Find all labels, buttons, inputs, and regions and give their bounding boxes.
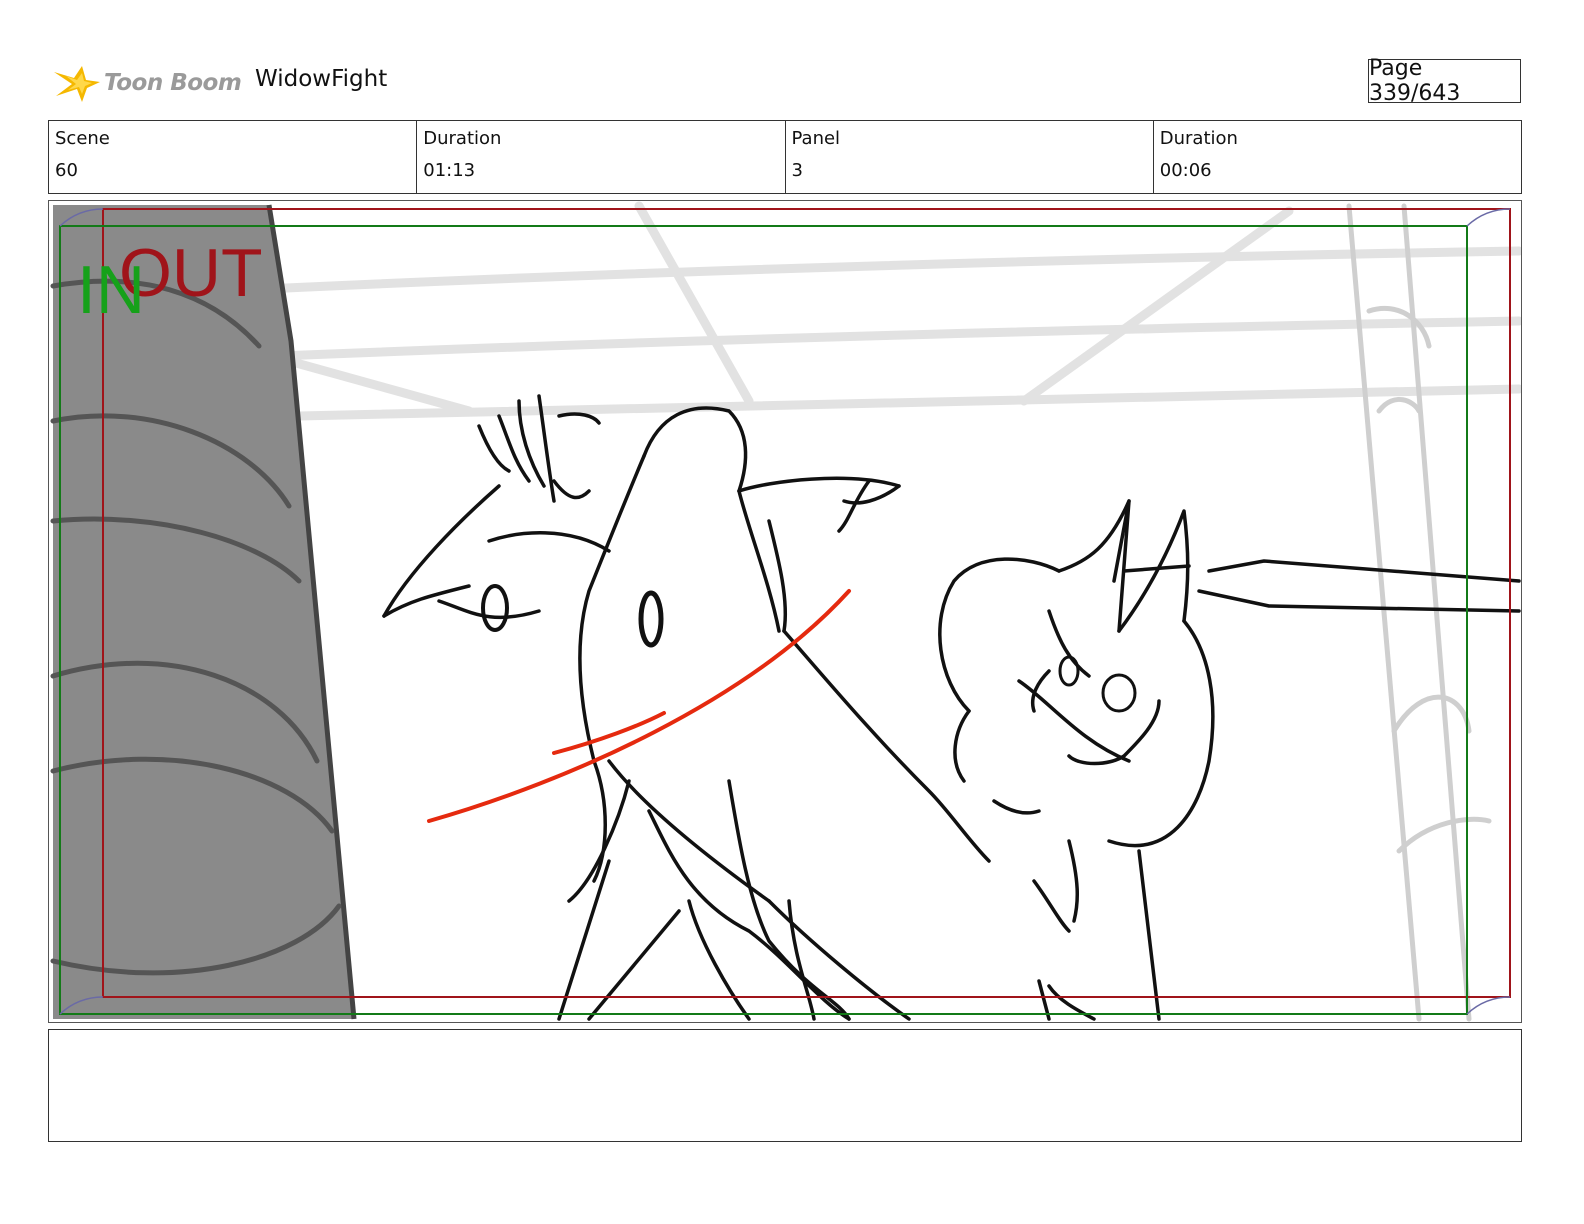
panel-label: Panel [791,128,841,149]
panel-info-table: Scene 60 Duration 01:13 Panel 3 Duration… [48,120,1522,194]
logo-text: Toon Boom [104,70,242,96]
scene-duration-label: Duration [423,128,502,149]
character-left-lines [382,394,991,1021]
background-lines [259,201,1521,421]
page-indicator: Page 339/643 [1368,56,1521,106]
project-name: WidowFight [255,66,388,92]
scene-duration-cell: Duration 01:13 [416,121,784,193]
storyboard-panel: OUT IN [48,200,1522,1023]
panel-duration-cell: Duration 00:06 [1152,121,1521,193]
scene-duration-value: 01:13 [423,160,476,181]
panel-duration-value: 00:06 [1159,160,1212,181]
in-label: IN [77,252,145,328]
scene-label: Scene [55,128,110,149]
scene-cell: Scene 60 [49,121,416,193]
panel-value: 3 [791,160,803,181]
panel-cell: Panel 3 [784,121,1153,193]
panel-notes-box [48,1029,1522,1142]
scene-value: 60 [55,160,78,181]
panel-duration-label: Duration [1159,128,1238,149]
starburst-icon [54,66,100,102]
toon-boom-logo: Toon Boom [52,56,242,110]
panel-drawing: OUT IN [50,201,1521,1022]
